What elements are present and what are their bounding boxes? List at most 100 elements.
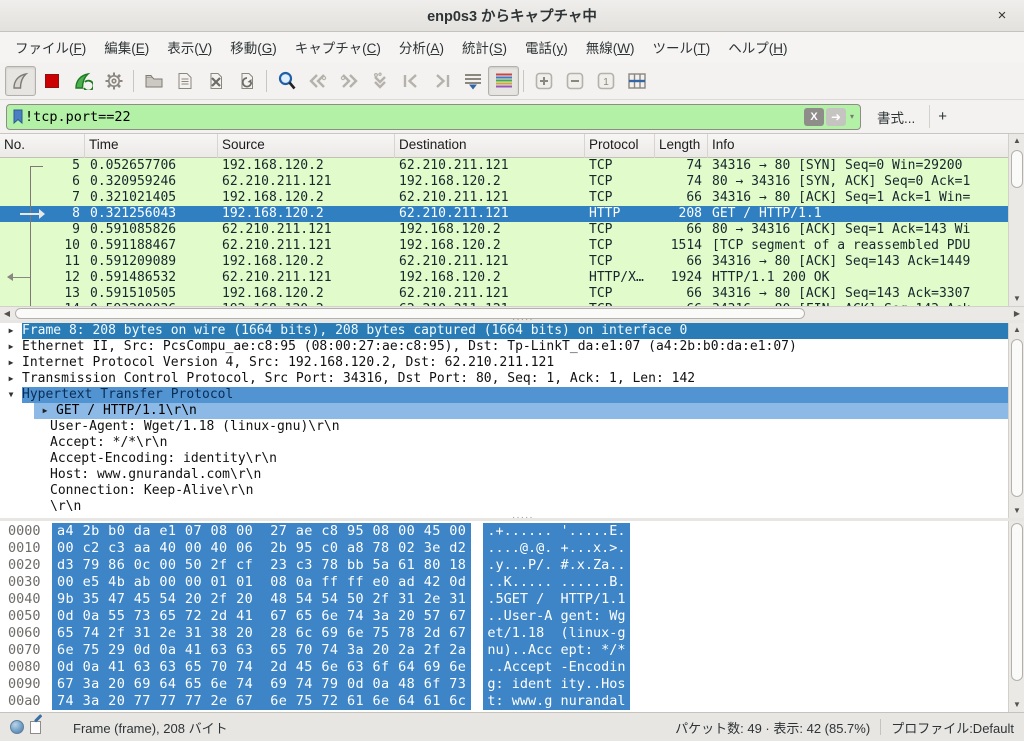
- hex-ascii[interactable]: .+...... '.....E.: [483, 523, 629, 540]
- scroll-thumb[interactable]: [15, 308, 805, 319]
- hex-row-0050[interactable]: 00500d 0a 55 73 65 72 2d 41 67 65 6e 74 …: [0, 608, 1024, 625]
- filter-dropdown-icon[interactable]: ▾: [846, 112, 858, 121]
- menu-item-y[interactable]: 電話(y): [516, 33, 577, 61]
- packet-list-vscrollbar[interactable]: ▲ ▼: [1008, 134, 1024, 306]
- hex-ascii[interactable]: .y...P/. #.x.Za..: [483, 557, 629, 574]
- hex-ascii[interactable]: nu)..Acc ept: */*: [483, 642, 629, 659]
- column-header-info[interactable]: Info: [708, 134, 1008, 158]
- add-filter-button[interactable]: +: [929, 105, 955, 128]
- zoom-reset-button[interactable]: 1: [590, 66, 621, 96]
- previous-packet-button[interactable]: [302, 66, 333, 96]
- expert-info-icon[interactable]: [10, 720, 24, 734]
- hex-bytes[interactable]: a4 2b b0 da e1 07 08 00 27 ae c8 95 08 0…: [52, 523, 471, 540]
- expander-open-icon[interactable]: ▼: [0, 387, 22, 403]
- hex-ascii[interactable]: ..User-A gent: Wg: [483, 608, 629, 625]
- detail-line[interactable]: ▶Transmission Control Protocol, Src Port…: [0, 371, 1008, 387]
- detail-line[interactable]: ▶Ethernet II, Src: PcsCompu_ae:c8:95 (08…: [0, 339, 1008, 355]
- scroll-up-icon[interactable]: ▲: [1009, 323, 1024, 337]
- hex-ascii[interactable]: ..Accept -Encodin: [483, 659, 629, 676]
- menu-item-a[interactable]: 分析(A): [390, 33, 453, 61]
- hex-bytes[interactable]: d3 79 86 0c 00 50 2f cf 23 c3 78 bb 5a 6…: [52, 557, 471, 574]
- detail-line[interactable]: ▼Hypertext Transfer Protocol: [0, 387, 1008, 403]
- hex-ascii[interactable]: .5GET / HTTP/1.1: [483, 591, 629, 608]
- menu-item-e[interactable]: 編集(E): [95, 33, 158, 61]
- hex-bytes[interactable]: 00 c2 c3 aa 40 00 40 06 2b 95 c0 a8 78 0…: [52, 540, 471, 557]
- filter-expression-button[interactable]: 書式...: [871, 104, 921, 130]
- scroll-thumb[interactable]: [1011, 523, 1023, 681]
- goto-packet-button[interactable]: [364, 66, 395, 96]
- expander-closed-icon[interactable]: ▶: [0, 355, 22, 371]
- first-packet-button[interactable]: [395, 66, 426, 96]
- stop-capture-button[interactable]: [36, 66, 67, 96]
- next-packet-button[interactable]: [333, 66, 364, 96]
- detail-line[interactable]: User-Agent: Wget/1.18 (linux-gnu)\r\n: [0, 419, 1008, 435]
- hex-ascii[interactable]: et/1.18 (linux-g: [483, 625, 629, 642]
- apply-filter-icon[interactable]: ➜: [826, 108, 846, 126]
- column-header-no[interactable]: No.: [0, 134, 85, 158]
- hex-row-0020[interactable]: 0020d3 79 86 0c 00 50 2f cf 23 c3 78 bb …: [0, 557, 1024, 574]
- hex-ascii[interactable]: g: ident ity..Hos: [483, 676, 629, 693]
- packet-row-7[interactable]: 70.321021405192.168.120.262.210.211.121T…: [0, 190, 1008, 206]
- menu-item-g[interactable]: 移動(G): [221, 33, 286, 61]
- scroll-down-icon[interactable]: ▼: [1009, 698, 1024, 712]
- expander-closed-icon[interactable]: ▶: [0, 323, 22, 339]
- menu-item-h[interactable]: ヘルプ(H): [719, 33, 796, 61]
- capture-comment-icon[interactable]: [30, 720, 45, 735]
- column-header-protocol[interactable]: Protocol: [585, 134, 655, 158]
- column-header-time[interactable]: Time: [85, 134, 218, 158]
- packet-row-10[interactable]: 100.59118846762.210.211.121192.168.120.2…: [0, 238, 1008, 254]
- packet-row-9[interactable]: 90.59108582662.210.211.121192.168.120.2T…: [0, 222, 1008, 238]
- scroll-down-icon[interactable]: ▼: [1009, 504, 1024, 518]
- hex-bytes[interactable]: 67 3a 20 69 64 65 6e 74 69 74 79 0d 0a 4…: [52, 676, 471, 693]
- expander-closed-icon[interactable]: ▶: [0, 371, 22, 387]
- detail-line[interactable]: ▶Frame 8: 208 bytes on wire (1664 bits),…: [0, 323, 1008, 339]
- packet-row-5[interactable]: 50.052657706192.168.120.262.210.211.121T…: [0, 158, 1008, 174]
- scroll-thumb[interactable]: [1011, 150, 1023, 188]
- restart-capture-button[interactable]: [67, 66, 98, 96]
- packet-row-8[interactable]: 80.321256043192.168.120.262.210.211.121H…: [0, 206, 1008, 222]
- menu-item-v[interactable]: 表示(V): [158, 33, 221, 61]
- menu-item-c[interactable]: キャプチャ(C): [286, 33, 390, 61]
- detail-line[interactable]: Host: www.gnurandal.com\r\n: [0, 467, 1008, 483]
- profile-label[interactable]: プロファイル:Default: [891, 718, 1014, 737]
- resize-columns-button[interactable]: [621, 66, 652, 96]
- clear-filter-icon[interactable]: X: [804, 108, 824, 126]
- packet-row-11[interactable]: 110.591209089192.168.120.262.210.211.121…: [0, 254, 1008, 270]
- packet-row-13[interactable]: 130.591510505192.168.120.262.210.211.121…: [0, 286, 1008, 302]
- hex-row-0090[interactable]: 009067 3a 20 69 64 65 6e 74 69 74 79 0d …: [0, 676, 1024, 693]
- menu-item-t[interactable]: ツール(T): [643, 33, 719, 61]
- autoscroll-button[interactable]: [457, 66, 488, 96]
- scroll-up-icon[interactable]: ▲: [1009, 134, 1024, 148]
- hex-ascii[interactable]: t: www.g nurandal: [483, 693, 629, 710]
- capture-options-button[interactable]: [98, 66, 129, 96]
- display-filter-box[interactable]: X ➜ ▾: [6, 104, 861, 130]
- hex-row-00a0[interactable]: 00a074 3a 20 77 77 77 2e 67 6e 75 72 61 …: [0, 693, 1024, 710]
- column-header-length[interactable]: Length: [655, 134, 708, 158]
- expander-closed-icon[interactable]: ▶: [0, 339, 22, 355]
- hex-row-0010[interactable]: 001000 c2 c3 aa 40 00 40 06 2b 95 c0 a8 …: [0, 540, 1024, 557]
- hex-bytes[interactable]: 74 3a 20 77 77 77 2e 67 6e 75 72 61 6e 6…: [52, 693, 471, 710]
- scroll-right-icon[interactable]: ▶: [1010, 307, 1024, 321]
- hex-row-0000[interactable]: 0000a4 2b b0 da e1 07 08 00 27 ae c8 95 …: [0, 523, 1024, 540]
- detail-line[interactable]: Accept-Encoding: identity\r\n: [0, 451, 1008, 467]
- detail-line[interactable]: \r\n: [0, 499, 1008, 515]
- hex-row-0080[interactable]: 00800d 0a 41 63 63 65 70 74 2d 45 6e 63 …: [0, 659, 1024, 676]
- hex-row-0070[interactable]: 00706e 75 29 0d 0a 41 63 63 65 70 74 3a …: [0, 642, 1024, 659]
- hex-ascii[interactable]: ....@.@. +...x.>.: [483, 540, 629, 557]
- scroll-thumb[interactable]: [1011, 339, 1023, 497]
- column-header-source[interactable]: Source: [218, 134, 395, 158]
- hex-bytes[interactable]: 65 74 2f 31 2e 31 38 20 28 6c 69 6e 75 7…: [52, 625, 471, 642]
- save-file-button[interactable]: [169, 66, 200, 96]
- zoom-in-button[interactable]: [528, 66, 559, 96]
- hex-row-0040[interactable]: 00409b 35 47 45 54 20 2f 20 48 54 54 50 …: [0, 591, 1024, 608]
- menu-item-f[interactable]: ファイル(F): [6, 33, 95, 61]
- display-filter-input[interactable]: [25, 109, 802, 125]
- detail-line[interactable]: ▶Internet Protocol Version 4, Src: 192.1…: [0, 355, 1008, 371]
- menu-item-s[interactable]: 統計(S): [453, 33, 516, 61]
- close-file-button[interactable]: [200, 66, 231, 96]
- start-capture-button[interactable]: [5, 66, 36, 96]
- colorize-button[interactable]: [488, 66, 519, 96]
- scroll-left-icon[interactable]: ◀: [0, 307, 14, 321]
- hex-bytes[interactable]: 0d 0a 41 63 63 65 70 74 2d 45 6e 63 6f 6…: [52, 659, 471, 676]
- menu-item-w[interactable]: 無線(W): [577, 33, 644, 61]
